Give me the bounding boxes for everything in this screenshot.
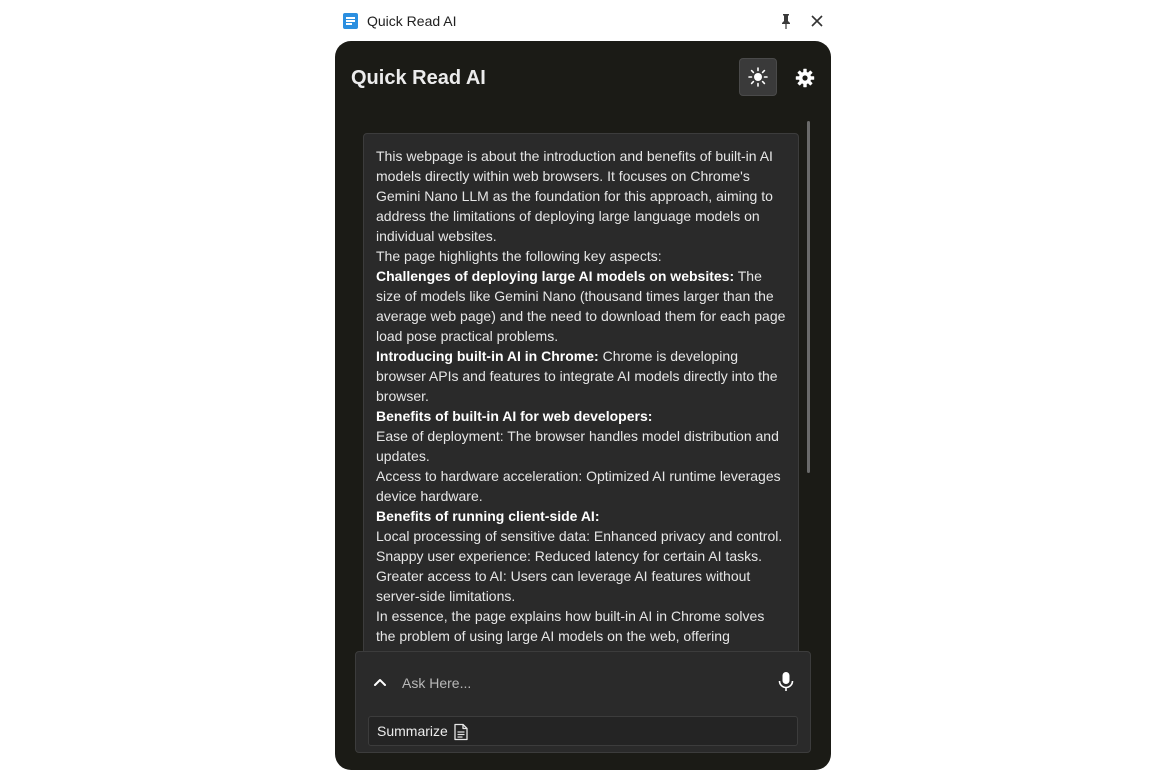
- summary-intro: This webpage is about the introduction a…: [376, 148, 773, 244]
- dev-benefits-heading: Benefits of built-in AI for web develope…: [376, 408, 653, 424]
- pin-icon: [782, 14, 790, 29]
- sun-icon: [748, 67, 768, 87]
- client-benefit-item: Greater access to AI: Users can leverage…: [376, 568, 751, 604]
- summary-challenges: Challenges of deploying large AI models …: [376, 266, 786, 346]
- microphone-button[interactable]: [776, 670, 796, 694]
- challenges-heading: Challenges of deploying large AI models …: [376, 268, 735, 284]
- scrollbar[interactable]: [807, 121, 810, 473]
- document-icon: [343, 13, 358, 29]
- expand-button[interactable]: [370, 672, 390, 692]
- summary-introducing: Introducing built-in AI in Chrome: Chrom…: [376, 346, 786, 406]
- chat-input-area: Summarize: [355, 651, 811, 753]
- page-title: Quick Read AI: [351, 67, 486, 89]
- side-panel: Quick Read AI This webpage is about the …: [335, 41, 831, 770]
- client-benefits-heading: Benefits of running client-side AI:: [376, 508, 600, 524]
- summarize-button[interactable]: Summarize: [368, 716, 798, 746]
- dev-benefit-item: Access to hardware acceleration: Optimiz…: [376, 468, 781, 504]
- ask-input[interactable]: [400, 668, 764, 698]
- window-title: Quick Read AI: [367, 13, 457, 29]
- client-benefit-item: Local processing of sensitive data: Enha…: [376, 528, 783, 544]
- theme-toggle-button[interactable]: [739, 58, 777, 96]
- dev-benefit-item: Ease of deployment: The browser handles …: [376, 428, 779, 464]
- settings-button[interactable]: [795, 68, 815, 88]
- close-icon: [811, 15, 823, 27]
- document-icon: [454, 723, 468, 741]
- pin-button[interactable]: [778, 12, 794, 30]
- window-titlebar: Quick Read AI: [335, 8, 831, 36]
- close-button[interactable]: [808, 11, 826, 31]
- introducing-heading: Introducing built-in AI in Chrome:: [376, 348, 599, 364]
- gear-icon: [795, 68, 815, 88]
- summary-output: This webpage is about the introduction a…: [363, 133, 799, 693]
- client-benefit-item: Snappy user experience: Reduced latency …: [376, 548, 762, 564]
- summarize-label: Summarize: [377, 723, 448, 739]
- chevron-up-icon: [374, 679, 386, 686]
- microphone-icon: [778, 672, 794, 691]
- summary-highlights-intro: The page highlights the following key as…: [376, 248, 662, 264]
